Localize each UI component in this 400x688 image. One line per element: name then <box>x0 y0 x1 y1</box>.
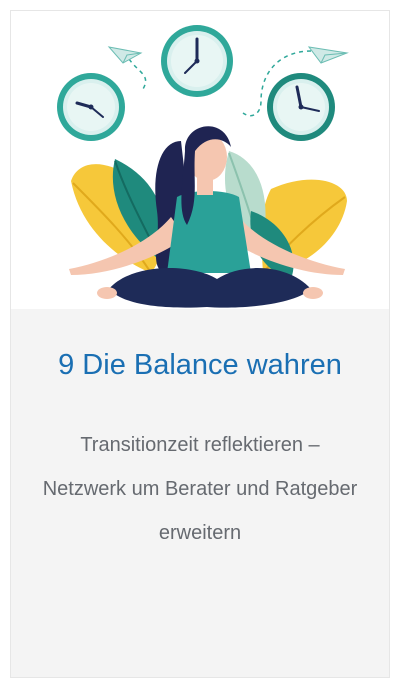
card-content: 9 Die Balance wahren Transitionzeit refl… <box>11 309 389 677</box>
illustration <box>11 11 389 309</box>
paper-plane-icon <box>107 46 143 64</box>
meditation-illustration <box>57 25 349 308</box>
card-title[interactable]: 9 Die Balance wahren <box>35 345 365 385</box>
card-description: Transitionzeit reflektieren – Netzwerk u… <box>42 434 358 544</box>
clock-icon <box>57 73 125 141</box>
clock-icon <box>161 25 233 97</box>
clock-icon <box>267 73 335 141</box>
card[interactable]: 9 Die Balance wahren Transitionzeit refl… <box>10 10 390 678</box>
flight-path <box>128 58 147 90</box>
paper-plane-icon <box>307 46 349 64</box>
